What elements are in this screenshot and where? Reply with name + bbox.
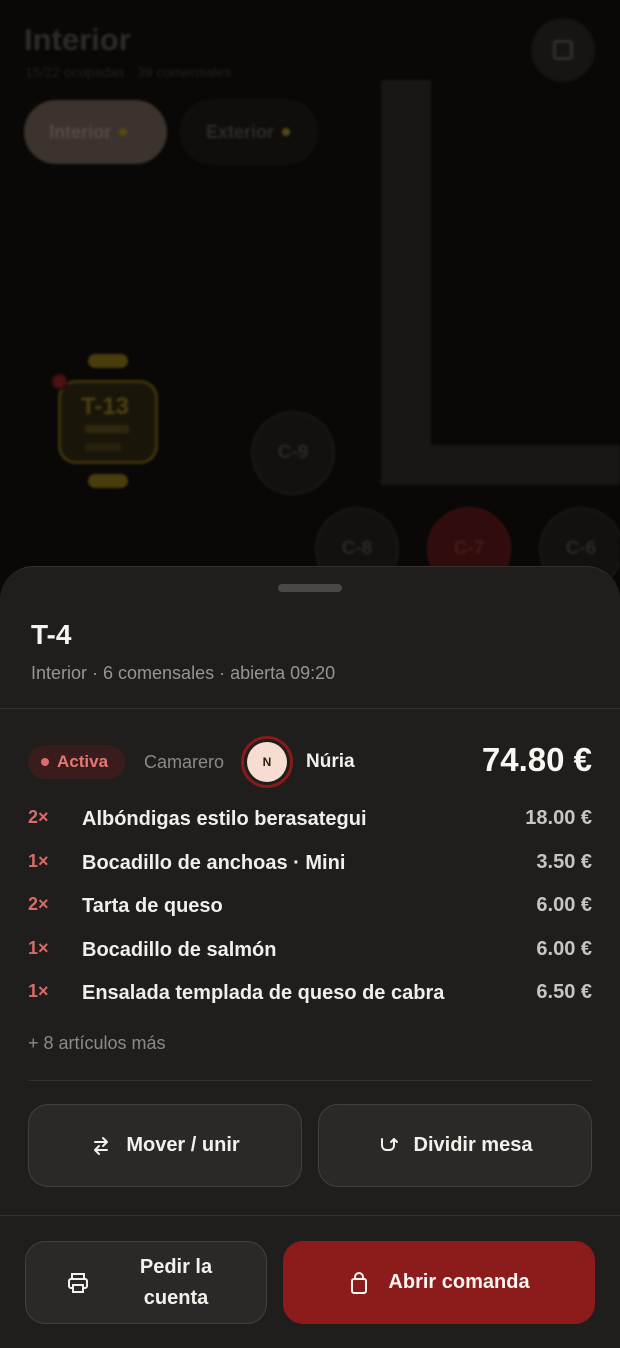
item-name: Ensalada templada de queso de cabra	[82, 982, 445, 1004]
item-qty: 1×	[28, 850, 49, 871]
item-name: Albóndigas estilo berasategui	[82, 808, 367, 830]
item-price: 18.00 €	[525, 807, 592, 829]
move-merge-button[interactable]: Mover / unir	[28, 1104, 302, 1187]
button-label-line: Pedir la	[139, 1255, 213, 1278]
open-order-button[interactable]: Abrir comanda	[283, 1241, 595, 1324]
table-detail-sheet: T-4 Interior · 6 comensales · abierta 09…	[0, 566, 620, 1348]
button-label-line: cuenta	[143, 1286, 209, 1309]
shopping-bag-icon	[351, 1271, 368, 1294]
more-items-link[interactable]: + 8 artículos más	[28, 1033, 166, 1054]
table-title: T-4	[31, 619, 72, 650]
printer-icon	[68, 1272, 88, 1293]
split-table-button[interactable]: Dividir mesa	[318, 1104, 592, 1187]
status-badge: Activa	[28, 745, 125, 779]
button-label: Dividir mesa	[413, 1134, 533, 1156]
button-label: Pedir la cuenta	[126, 1252, 226, 1314]
split-arrow-icon	[380, 1137, 398, 1151]
list-item: 1× Bocadillo de salmón 6.00 €	[28, 938, 592, 982]
status-dot-icon	[41, 758, 49, 766]
item-qty: 2×	[28, 894, 49, 914]
item-name: Bocadillo de anchoas · Mini	[82, 851, 346, 874]
divider	[0, 1215, 620, 1216]
order-total: 74.80 €	[481, 741, 592, 778]
item-qty: 2×	[28, 807, 49, 827]
waiter-name: Núria	[306, 751, 355, 772]
status-row: Activa Camarero N Núria 74.80 €	[28, 736, 592, 788]
button-label: Mover / unir	[126, 1134, 240, 1156]
list-item: 2× Tarta de queso 6.00 €	[28, 894, 592, 938]
swap-arrows-icon	[94, 1136, 109, 1155]
item-price: 6.00 €	[536, 894, 592, 916]
item-price: 3.50 €	[536, 850, 592, 873]
avatar-initial: N	[247, 742, 287, 782]
list-item: 1× Ensalada templada de queso de cabra 6…	[28, 981, 592, 1025]
divider	[0, 708, 620, 709]
avatar: N	[241, 736, 293, 788]
order-items-list: 2× Albóndigas estilo berasategui 18.00 €…	[28, 807, 592, 1025]
request-bill-button[interactable]: Pedir la cuenta	[25, 1241, 267, 1324]
button-label: Abrir comanda	[388, 1271, 530, 1293]
divider	[28, 1080, 592, 1081]
sheet-drag-handle[interactable]	[278, 584, 342, 592]
item-qty: 1×	[28, 937, 49, 958]
waiter-label: Camarero	[144, 752, 225, 772]
list-item: 2× Albóndigas estilo berasategui 18.00 €	[28, 807, 592, 851]
item-name: Tarta de queso	[82, 895, 223, 917]
table-subtitle: Interior · 6 comensales · abierta 09:20	[31, 663, 336, 683]
item-price: 6.00 €	[536, 937, 592, 960]
item-price: 6.50 €	[536, 981, 592, 1003]
list-item: 1× Bocadillo de anchoas · Mini 3.50 €	[28, 851, 592, 895]
item-qty: 1×	[28, 981, 49, 1001]
status-label: Activa	[57, 752, 109, 771]
item-name: Bocadillo de salmón	[82, 938, 277, 961]
